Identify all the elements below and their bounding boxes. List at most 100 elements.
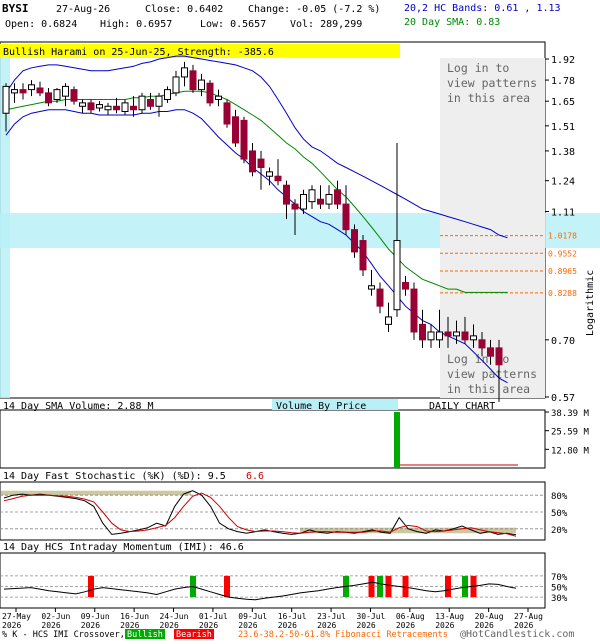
imi-bear-bar xyxy=(445,575,451,598)
imi-bear-bar xyxy=(385,575,392,598)
x-tick-year: 2026 xyxy=(317,621,336,630)
candle-body xyxy=(240,119,248,160)
x-tick-date: 30-Jul xyxy=(356,612,385,621)
candle-body xyxy=(368,285,375,290)
candle-body xyxy=(138,95,146,111)
login-note-bottom-3: in this area xyxy=(447,382,530,396)
candle-body xyxy=(223,102,231,125)
candle-body xyxy=(470,335,477,341)
volume-tick-label: 38.39 M xyxy=(551,409,590,419)
candle-body xyxy=(334,189,341,205)
candle-body xyxy=(453,331,460,337)
price-tick-label: 1.51 xyxy=(551,122,575,133)
price-tick-label: 0.57 xyxy=(551,393,575,404)
candle-body xyxy=(487,347,494,357)
stoch-tick-label: 20% xyxy=(551,526,568,536)
x-tick-year: 2026 xyxy=(238,621,257,630)
login-note-bottom-2: view patterns xyxy=(447,367,537,381)
candle-body xyxy=(444,331,452,337)
volume-tick-label: 25.59 M xyxy=(551,428,590,438)
candle-body xyxy=(113,105,120,111)
login-note-top-3: in this area xyxy=(447,91,530,105)
candle-body xyxy=(351,229,358,253)
date: 27-Aug-26 xyxy=(56,4,110,15)
x-tick-date: 24-Jun xyxy=(160,612,189,621)
copyright: @HotCandlestick.com xyxy=(460,629,574,640)
candle-body xyxy=(393,240,401,311)
imi-bear-bar xyxy=(88,575,94,598)
low-value: Low: 0.5657 xyxy=(200,19,266,30)
imi-bear-bar xyxy=(368,575,375,598)
x-tick-year: 2026 xyxy=(41,621,60,630)
x-tick-date: 27-May xyxy=(2,612,31,621)
x-tick-date: 16-Jul xyxy=(278,612,307,621)
imi-bull-bar xyxy=(377,575,383,598)
candle-body xyxy=(419,323,426,341)
volume-spike-bar xyxy=(394,412,400,468)
candle-body xyxy=(181,67,188,78)
x-tick-year: 2026 xyxy=(2,621,21,630)
x-tick-year: 2026 xyxy=(199,621,218,630)
candle-body xyxy=(11,89,18,94)
candle-body xyxy=(206,82,214,104)
candle-body xyxy=(283,184,290,205)
candle-body xyxy=(410,288,418,333)
login-note-top-2: view patterns xyxy=(447,76,537,90)
volume-by-price: Volume By Price xyxy=(276,401,366,412)
x-tick-date: 20-Aug xyxy=(475,612,504,621)
x-tick-year: 2026 xyxy=(160,621,179,630)
price-tick-label: 1.65 xyxy=(551,97,575,108)
candle-body xyxy=(104,105,112,111)
x-tick-date: 06-Aug xyxy=(396,612,425,621)
candle-body xyxy=(376,288,384,307)
volume-panel xyxy=(0,409,546,469)
candle-body xyxy=(300,193,307,210)
price-tick-label: 1.24 xyxy=(551,177,575,188)
bullish-label: Bullish xyxy=(127,630,163,640)
stochastic-d-value: 6.6 xyxy=(246,471,264,482)
volume-label: 14 Day SMA Volume: 2.88 M xyxy=(3,401,154,412)
open-value: Open: 0.6824 xyxy=(5,19,77,30)
imi-tick-label: 30% xyxy=(551,594,568,604)
price-tick-label: 1.38 xyxy=(551,147,575,158)
stochastic-label: 14 Day Fast Stochastic (%K) (%D): 9.5 xyxy=(3,471,226,482)
high-value: High: 0.6957 xyxy=(100,19,172,30)
pattern-area xyxy=(440,58,545,398)
fib-label: 1.0178 xyxy=(548,232,577,241)
fib-label: 0.8965 xyxy=(548,267,577,276)
candle-body xyxy=(172,76,180,94)
candle-body xyxy=(436,331,443,341)
candle-body xyxy=(385,316,392,325)
candle-body xyxy=(249,150,256,173)
candle-body xyxy=(266,171,273,177)
candle-body xyxy=(257,158,265,169)
candle-body xyxy=(155,95,163,107)
x-tick-date: 23-Jul xyxy=(317,612,346,621)
fib-label: 0.9552 xyxy=(548,249,577,258)
bands-label: 20,2 HC Bands: 0.61 , 1.13 xyxy=(404,3,561,14)
imi-tick-label: 50% xyxy=(551,584,568,594)
x-tick-date: 02-Jun xyxy=(41,612,70,621)
candle-body xyxy=(308,189,316,203)
candle-body xyxy=(2,85,10,114)
stoch-tick-label: 50% xyxy=(551,509,568,519)
x-tick-date: 27-Aug xyxy=(514,612,543,621)
volume-value: Vol: 289,299 xyxy=(290,19,362,30)
price-tick-label: 1.11 xyxy=(551,208,575,219)
change-value: Change: -0.05 (-7.2 %) xyxy=(248,4,380,15)
candle-body xyxy=(427,331,435,341)
login-note-top-1: Log in to xyxy=(447,61,509,75)
x-tick-year: 2026 xyxy=(396,621,415,630)
candle-body xyxy=(274,175,282,182)
candle-body xyxy=(130,105,137,111)
stoch-tick-label: 80% xyxy=(551,492,568,502)
candle-body xyxy=(495,347,503,366)
candle-body xyxy=(79,102,86,107)
candle-body xyxy=(478,339,486,349)
price-tick-label: 1.92 xyxy=(551,55,575,66)
candle-body xyxy=(147,98,154,107)
candle-body xyxy=(232,116,239,144)
candle-body xyxy=(87,102,95,111)
symbol: BYSI xyxy=(2,2,29,15)
close-value: Close: 0.6402 xyxy=(145,4,223,15)
